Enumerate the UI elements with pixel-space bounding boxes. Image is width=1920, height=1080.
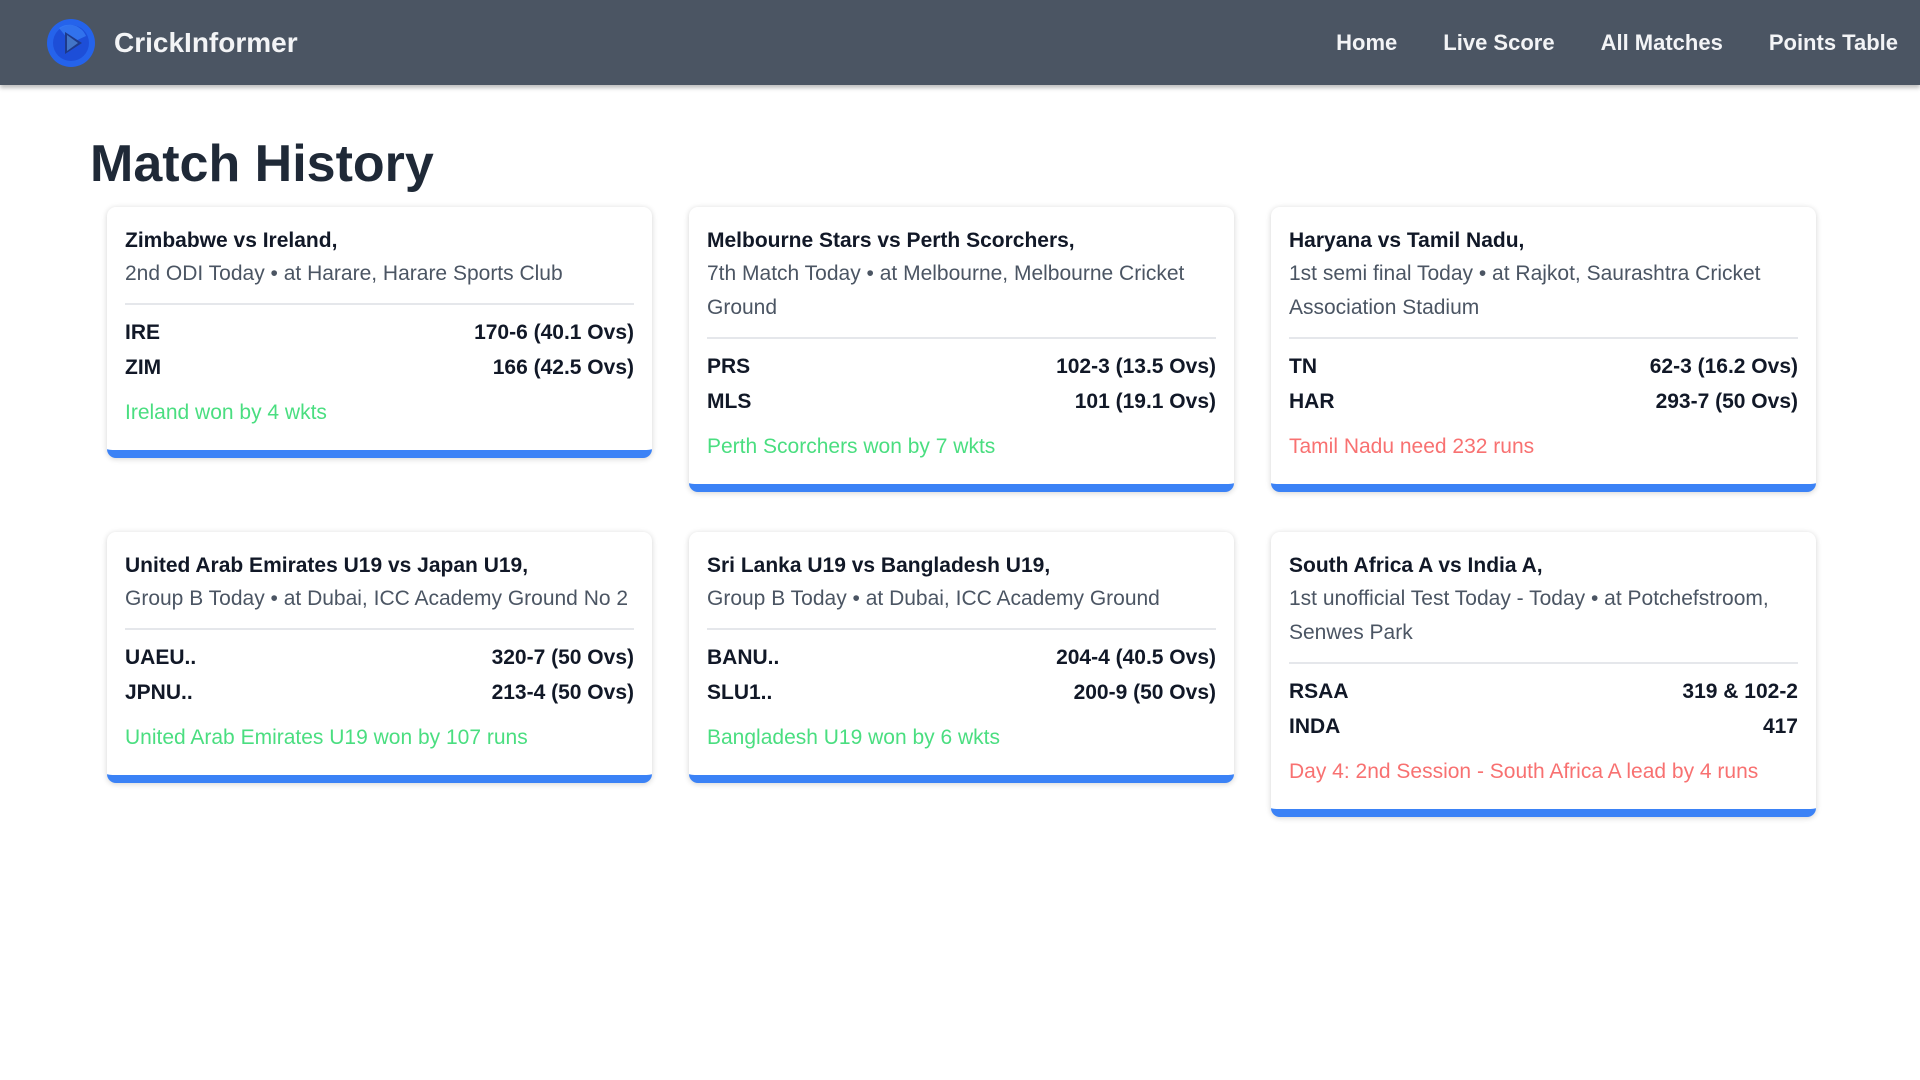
team-score: 293-7 (50 Ovs) <box>1655 390 1798 413</box>
team-score: 319 & 102-2 <box>1682 680 1798 703</box>
card-divider <box>125 303 634 305</box>
team-score-row: BANU.. 204-4 (40.5 Ovs) <box>707 640 1216 675</box>
nav-home[interactable]: Home <box>1336 30 1397 56</box>
team-score-row: JPNU.. 213-4 (50 Ovs) <box>125 675 634 710</box>
match-card[interactable]: South Africa A vs India A, 1st unofficia… <box>1271 532 1816 817</box>
nav-links: Home Live Score All Matches Points Table <box>1290 30 1898 56</box>
team-score: 200-9 (50 Ovs) <box>1073 681 1216 704</box>
match-card[interactable]: Zimbabwe vs Ireland, 2nd ODI Today • at … <box>107 207 652 458</box>
match-card[interactable]: Haryana vs Tamil Nadu, 1st semi final To… <box>1271 207 1816 492</box>
team-score: 170-6 (40.1 Ovs) <box>474 321 634 344</box>
match-subtitle: Group B Today • at Dubai, ICC Academy Gr… <box>707 587 1160 610</box>
nav-live-score[interactable]: Live Score <box>1443 30 1554 56</box>
team-name: PRS <box>707 355 751 378</box>
team-score: 204-4 (40.5 Ovs) <box>1056 646 1216 669</box>
team-score-row: TN 62-3 (16.2 Ovs) <box>1289 349 1798 384</box>
match-subtitle: 1st unofficial Test Today - Today • at P… <box>1289 587 1769 644</box>
match-subtitle: 7th Match Today • at Melbourne, Melbourn… <box>707 262 1185 319</box>
card-divider <box>707 628 1216 630</box>
card-divider <box>125 628 634 630</box>
card-divider <box>1289 337 1798 339</box>
team-score-row: PRS 102-3 (13.5 Ovs) <box>707 349 1216 384</box>
team-score-row: ZIM 166 (42.5 Ovs) <box>125 350 634 385</box>
match-subtitle: 1st semi final Today • at Rajkot, Sauras… <box>1289 262 1761 319</box>
match-card-grid: Zimbabwe vs Ireland, 2nd ODI Today • at … <box>107 207 1819 817</box>
team-score-row: HAR 293-7 (50 Ovs) <box>1289 384 1798 419</box>
team-score: 320-7 (50 Ovs) <box>491 646 634 669</box>
team-name: HAR <box>1289 390 1335 413</box>
match-title: Sri Lanka U19 vs Bangladesh U19, <box>707 554 1051 577</box>
team-name: BANU.. <box>707 646 780 669</box>
navbar: CrickInformer Home Live Score All Matche… <box>0 0 1920 85</box>
play-logo-icon <box>47 18 95 67</box>
match-status: Bangladesh U19 won by 6 wkts <box>707 726 1001 749</box>
match-card[interactable]: Sri Lanka U19 vs Bangladesh U19, Group B… <box>689 532 1234 783</box>
team-score: 101 (19.1 Ovs) <box>1074 390 1216 413</box>
match-card[interactable]: Melbourne Stars vs Perth Scorchers, 7th … <box>689 207 1234 492</box>
brand-link[interactable]: CrickInformer <box>46 18 298 68</box>
team-score: 166 (42.5 Ovs) <box>492 356 634 379</box>
match-card[interactable]: United Arab Emirates U19 vs Japan U19, G… <box>107 532 652 783</box>
page-title: Match History <box>90 135 434 193</box>
team-name: TN <box>1289 355 1317 378</box>
match-title: Zimbabwe vs Ireland, <box>125 229 338 252</box>
match-title: South Africa A vs India A, <box>1289 554 1543 577</box>
team-score-row: MLS 101 (19.1 Ovs) <box>707 384 1216 419</box>
team-name: INDA <box>1289 715 1341 738</box>
match-status: Day 4: 2nd Session - South Africa A lead… <box>1289 760 1759 783</box>
team-name: MLS <box>707 390 752 413</box>
team-score-row: SLU1.. 200-9 (50 Ovs) <box>707 675 1216 710</box>
team-score-row: RSAA 319 & 102-2 <box>1289 674 1798 709</box>
team-score-row: UAEU.. 320-7 (50 Ovs) <box>125 640 634 675</box>
team-name: SLU1.. <box>707 681 773 704</box>
brand-name: CrickInformer <box>114 26 298 58</box>
match-status: United Arab Emirates U19 won by 107 runs <box>125 726 528 749</box>
match-status: Perth Scorchers won by 7 wkts <box>707 435 996 458</box>
match-subtitle: 2nd ODI Today • at Harare, Harare Sports… <box>125 262 563 285</box>
card-divider <box>707 337 1216 339</box>
match-subtitle: Group B Today • at Dubai, ICC Academy Gr… <box>125 587 629 610</box>
team-score: 417 <box>1762 715 1798 738</box>
nav-all-matches[interactable]: All Matches <box>1601 30 1723 56</box>
card-divider <box>1289 662 1798 664</box>
team-score: 102-3 (13.5 Ovs) <box>1056 355 1216 378</box>
team-name: JPNU.. <box>125 681 193 704</box>
nav-points-table[interactable]: Points Table <box>1769 30 1898 56</box>
match-status: Tamil Nadu need 232 runs <box>1289 435 1535 458</box>
team-score-row: IRE 170-6 (40.1 Ovs) <box>125 315 634 350</box>
match-status: Ireland won by 4 wkts <box>125 401 327 424</box>
team-name: RSAA <box>1289 680 1349 703</box>
match-title: Haryana vs Tamil Nadu, <box>1289 229 1525 252</box>
match-title: United Arab Emirates U19 vs Japan U19, <box>125 554 529 577</box>
team-score: 213-4 (50 Ovs) <box>491 681 634 704</box>
team-name: UAEU.. <box>125 646 197 669</box>
team-score-row: INDA 417 <box>1289 709 1798 744</box>
match-title: Melbourne Stars vs Perth Scorchers, <box>707 229 1075 252</box>
team-score: 62-3 (16.2 Ovs) <box>1649 355 1798 378</box>
team-name: IRE <box>125 321 161 344</box>
team-name: ZIM <box>125 356 162 379</box>
